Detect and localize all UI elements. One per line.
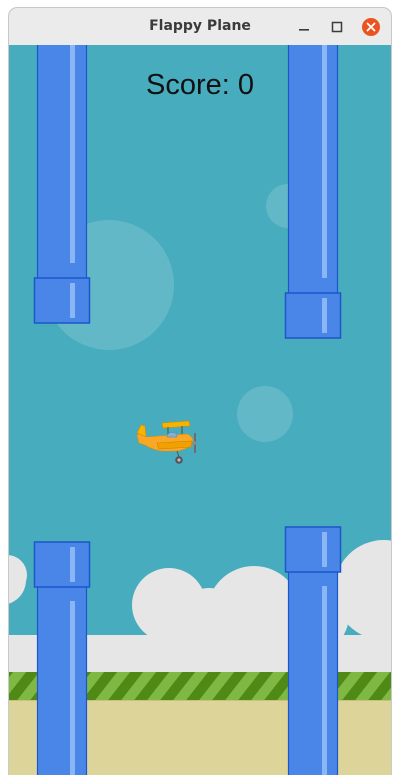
maximize-icon[interactable] — [327, 17, 347, 37]
pipe-bottom-right — [284, 526, 342, 775]
game-canvas[interactable]: Score: 0 — [9, 45, 391, 775]
app-window: Flappy Plane Score: 0 — [9, 8, 391, 775]
title-bar[interactable]: Flappy Plane — [9, 8, 391, 46]
bubble-medium — [237, 386, 293, 442]
close-icon[interactable] — [361, 17, 381, 37]
game-scene — [9, 45, 391, 775]
pipe-bottom-left — [33, 541, 91, 775]
minimize-icon[interactable] — [294, 17, 314, 37]
score-display: Score: 0 — [146, 69, 254, 101]
